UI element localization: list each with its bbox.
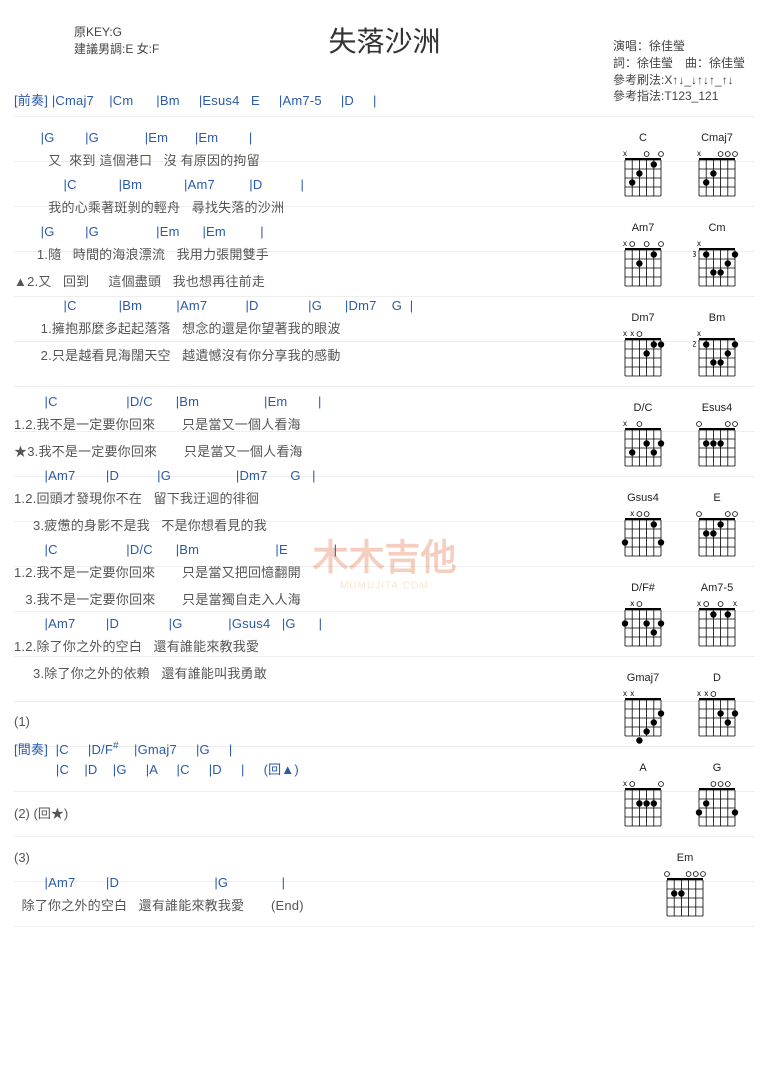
chord-name: Dm7: [615, 312, 671, 326]
suggest-info: 建議男調:E 女:F: [74, 41, 159, 58]
chord-name: D/F#: [615, 582, 671, 596]
lyric-line: [14, 372, 614, 386]
credit-info: 詞：徐佳瑩 曲：徐佳瑩: [613, 55, 745, 72]
chord-line: |C |D/C |Bm |E |: [14, 542, 614, 560]
chord-diagram: Em: [657, 852, 713, 924]
chord-name: Cm: [689, 222, 745, 236]
chord-diagram: Am7 x: [615, 222, 671, 294]
chord-diagram: Cmaj7 x: [689, 132, 745, 204]
chord-name: G: [689, 762, 745, 776]
lyric-line: 1.擁抱那麼多起起落落 想念的還是你望著我的眼波: [14, 318, 614, 337]
svg-text:x: x: [704, 689, 708, 698]
chord-diagram-sidebar: CxCmaj7xAm7xCmx3Dm7xxBmx2D/CxEsus4Gsus4x…: [615, 132, 755, 942]
chord-line: |G |G |Em |Em |: [14, 130, 614, 148]
chord-diagram: Esus4: [689, 402, 745, 474]
svg-text:x: x: [697, 599, 701, 608]
strum-info: 參考刷法:X↑↓_↓↑↓↑_↑↓: [613, 72, 745, 89]
lyric-line: 又 來到 這個港口 沒 有原因的拘留: [14, 150, 614, 169]
svg-text:x: x: [623, 779, 627, 788]
lyric-line: 我的心乘著斑剝的輕舟 尋找失落的沙洲: [14, 197, 614, 216]
chord-name: D/C: [615, 402, 671, 416]
chord-line: |C |D/C |Bm |Em |: [14, 394, 614, 412]
meta-right: 演唱：徐佳瑩 詞：徐佳瑩 曲：徐佳瑩 參考刷法:X↑↓_↓↑↓↑_↑↓ 參考指法…: [613, 38, 745, 105]
chord-diagram: G: [689, 762, 745, 834]
lyric-line: 1.2.回頭才發現你不在 留下我迂迴的徘徊: [14, 488, 614, 507]
interlude-2: |C |D |G |A |C |D | (回▲): [14, 759, 614, 777]
svg-text:x: x: [630, 599, 634, 608]
svg-text:x: x: [697, 329, 701, 338]
section-1: (1): [14, 714, 614, 729]
chord-name: Am7-5: [689, 582, 745, 596]
lyric-line: 2.只是越看見海闊天空 越遺憾沒有你分享我的感動: [14, 345, 614, 364]
section-2: (2) (回★): [14, 803, 614, 822]
chord-line: |C |Bm |Am7 |D |: [14, 177, 614, 195]
chord-diagram: Gsus4 x: [615, 492, 671, 564]
chord-name: E: [689, 492, 745, 506]
singer-info: 演唱：徐佳瑩: [613, 38, 745, 55]
chord-diagram: Cm x3: [689, 222, 745, 294]
end-lyric: 除了你之外的空白 還有誰能來教我愛 (End): [14, 895, 614, 914]
chord-diagram: Cx: [615, 132, 671, 204]
end-chords: |Am7 |D |G |: [14, 875, 614, 893]
chord-line: |Am7 |D |G |Gsus4 |G |: [14, 616, 614, 634]
chord-name: Am7: [615, 222, 671, 236]
svg-text:x: x: [733, 599, 737, 608]
chord-diagram: Dm7 xx: [615, 312, 671, 384]
chord-diagram: Dxx: [689, 672, 745, 744]
svg-text:x: x: [697, 149, 701, 158]
key-info: 原KEY:G: [74, 24, 159, 41]
lyric-line: 1.2.我不是一定要你回來 只是當又一個人看海: [14, 414, 614, 433]
lyric-line: 1.2.除了你之外的空白 還有誰能來教我愛: [14, 636, 614, 655]
chord-name: Esus4: [689, 402, 745, 416]
chord-diagram: D/F# x: [615, 582, 671, 654]
chord-name: Em: [657, 852, 713, 866]
svg-text:x: x: [623, 329, 627, 338]
svg-text:x: x: [697, 689, 701, 698]
svg-text:x: x: [630, 329, 634, 338]
section-3: (3): [14, 850, 614, 865]
svg-text:x: x: [630, 509, 634, 518]
lyric-line: 3.疲憊的身影不是我 不是你想看見的我: [14, 515, 614, 534]
chord-diagram: Bm x2: [689, 312, 745, 384]
lyric-line: 1.2.我不是一定要你回來 只是當又把回憶翻開: [14, 562, 614, 581]
chord-name: C: [615, 132, 671, 146]
finger-info: 參考指法:T123_121: [613, 88, 745, 105]
chord-name: Cmaj7: [689, 132, 745, 146]
svg-text:x: x: [623, 689, 627, 698]
chord-name: Gsus4: [615, 492, 671, 506]
chord-diagram: D/C x: [615, 402, 671, 474]
svg-text:x: x: [623, 149, 627, 158]
interlude-1: [間奏] |C |D/F# |Gmaj7 |G |: [14, 739, 614, 757]
lyric-line: ▲2.又 回到 這個盡頭 我也想再往前走: [14, 271, 614, 290]
svg-text:2: 2: [693, 340, 697, 349]
lyric-line: ★3.我不是一定要你回來 只是當又一個人看海: [14, 441, 614, 460]
svg-text:3: 3: [693, 250, 697, 259]
chord-diagram: Gmaj7 xx: [615, 672, 671, 744]
chord-diagram: E: [689, 492, 745, 564]
intro-line: [前奏] |Cmaj7 |Cm |Bm |Esus4 E |Am7-5 |D |: [14, 90, 614, 108]
chord-line: |Am7 |D |G |Dm7 G |: [14, 468, 614, 486]
lyric-line: 3.我不是一定要你回來 只是當獨自走入人海: [14, 589, 614, 608]
svg-text:x: x: [630, 689, 634, 698]
chord-line: |G |G |Em |Em |: [14, 224, 614, 242]
svg-text:x: x: [623, 239, 627, 248]
chord-diagram: Ax: [615, 762, 671, 834]
chord-diagram: Am7-5 x x: [689, 582, 745, 654]
chord-line: |C |Bm |Am7 |D |G |Dm7 G |: [14, 298, 614, 316]
chord-name: Bm: [689, 312, 745, 326]
chord-name: D: [689, 672, 745, 686]
lyric-line: 3.除了你之外的依賴 還有誰能叫我勇敢: [14, 663, 614, 682]
meta-left: 原KEY:G 建議男調:E 女:F: [74, 24, 159, 58]
chord-name: Gmaj7: [615, 672, 671, 686]
chord-name: A: [615, 762, 671, 776]
lyric-line: 1.隨 時間的海浪漂流 我用力張開雙手: [14, 244, 614, 263]
svg-text:x: x: [697, 239, 701, 248]
svg-text:x: x: [623, 419, 627, 428]
